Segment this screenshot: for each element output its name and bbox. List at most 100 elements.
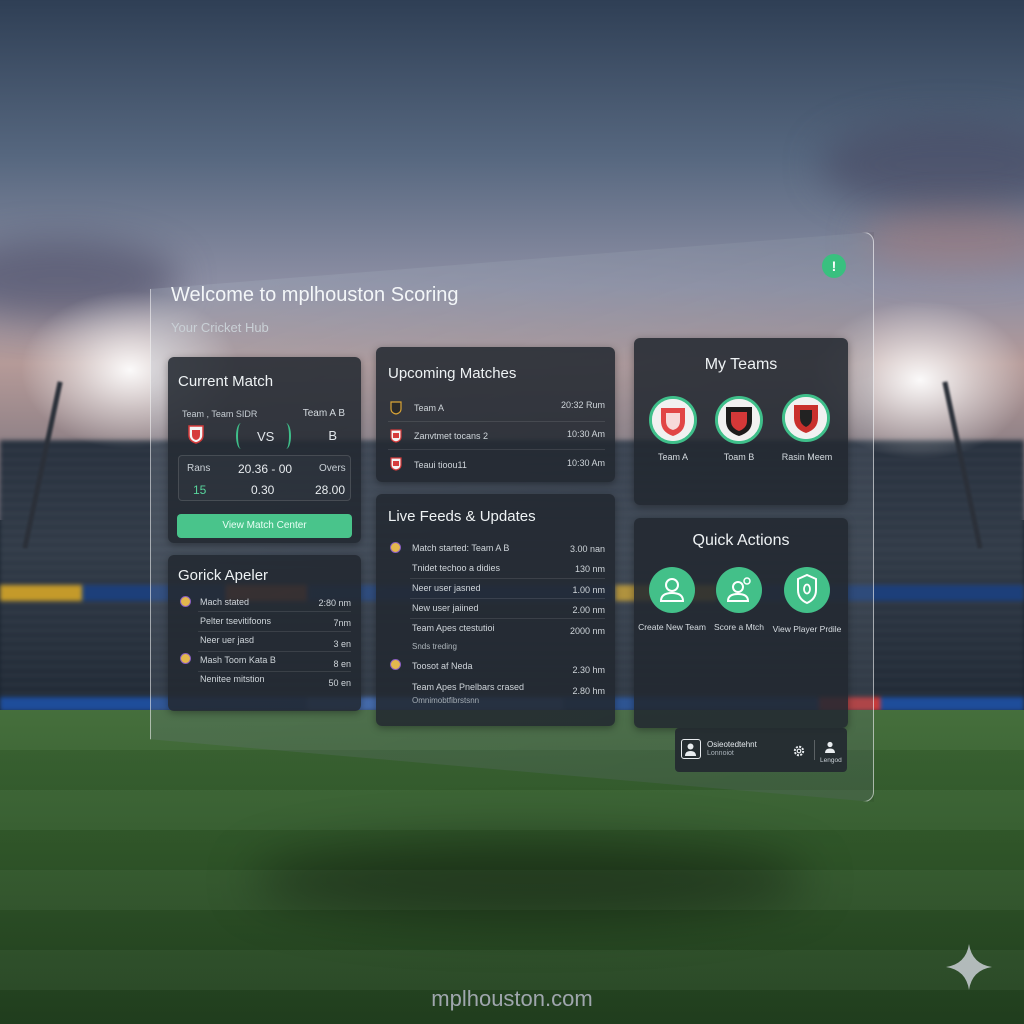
- sparkle-icon: [946, 944, 992, 990]
- team-a-label: Team , Team SIDR: [182, 409, 258, 419]
- score-match-button[interactable]: [716, 567, 762, 613]
- profile-label: Lengod: [820, 757, 842, 764]
- user-icon: [659, 578, 685, 602]
- feed-time: 2.80 hm: [572, 686, 605, 696]
- team-a-crest-icon[interactable]: [649, 396, 697, 444]
- user-status: Lonnoiot: [707, 750, 734, 757]
- team-a-crest-icon: [188, 425, 204, 444]
- list-item: Nenitee mitstion: [200, 674, 265, 684]
- current-match-title: Current Match: [178, 373, 274, 390]
- list-item: Pelter tsevitifoons: [200, 616, 272, 626]
- feed-item: Omnimobtfibrstsnn: [412, 696, 480, 705]
- runs-value: 20.36 - 00: [238, 462, 293, 476]
- crest-icon-dark: [390, 401, 402, 415]
- list-item: Neer uer jasd: [200, 635, 255, 645]
- activity-card: Gorick Apeler Mach stated 2:80 nm Pelter…: [168, 555, 361, 711]
- team-b-label: Toam B: [723, 452, 755, 462]
- divider: [410, 578, 605, 579]
- divider: [198, 671, 351, 672]
- feed-time: 2000 nm: [569, 626, 605, 636]
- vs-bracket-right: [281, 423, 291, 449]
- user-name: Osieotedtehnt: [707, 740, 757, 749]
- overs-label: Overs: [319, 463, 346, 474]
- score-mid-value: 0.30: [251, 483, 275, 497]
- my-teams-card: My Teams Team A Toam B Rasin Meem: [634, 338, 848, 505]
- quick-actions-title: Quick Actions: [692, 532, 790, 549]
- pitch-shadow: [250, 840, 810, 920]
- match-row[interactable]: Team A: [414, 403, 444, 413]
- person-icon[interactable]: [823, 740, 837, 754]
- crest-icon-red: [390, 457, 402, 471]
- avatar-icon: [390, 542, 401, 553]
- upcoming-matches-card: Upcoming Matches Team A 20:32 Rum Zanvtm…: [376, 347, 615, 482]
- team-c-label: Rasin Meem: [781, 452, 833, 462]
- view-player-profile-button[interactable]: [784, 567, 830, 613]
- avatar-icon: [390, 659, 401, 670]
- feed-time: 3.00 nan: [569, 544, 605, 554]
- view-match-center-button[interactable]: View Match Center: [177, 514, 352, 538]
- divider: [814, 740, 815, 760]
- team-b-crest-icon[interactable]: [715, 396, 763, 444]
- runs-label: Rans: [187, 463, 211, 474]
- match-time: 10:30 Am: [566, 429, 605, 439]
- alert-icon[interactable]: !: [822, 254, 846, 278]
- match-row[interactable]: Teaui tioou11: [414, 460, 467, 470]
- list-item-time: 2:80 nm: [318, 598, 351, 608]
- avatar-icon: [180, 596, 191, 607]
- divider: [198, 611, 351, 612]
- list-item: Mach stated: [200, 597, 250, 607]
- gear-icon[interactable]: [792, 744, 806, 758]
- user-status-bar: Osieotedtehnt Lonnoiot Lengod: [675, 728, 847, 772]
- divider: [410, 598, 605, 599]
- list-item-time: 50 en: [328, 678, 351, 688]
- feed-time: 2.00 nm: [572, 605, 605, 615]
- feed-item: Team Apes ctestutioi: [412, 623, 495, 633]
- match-row[interactable]: Zanvtmet tocans 2: [414, 431, 488, 441]
- divider: [388, 421, 605, 422]
- my-teams-title: My Teams: [704, 356, 778, 373]
- team-a-label: Team A: [657, 452, 688, 462]
- feed-item: Team Apes Pnelbars crased: [412, 682, 525, 692]
- live-feeds-title: Live Feeds & Updates: [388, 508, 536, 525]
- scoreboard: Rans 20.36 - 00 Overs 15 0.30 28.00: [178, 455, 351, 501]
- crest-icon-red: [390, 429, 402, 443]
- divider: [198, 631, 351, 632]
- divider: [198, 651, 351, 652]
- divider: [388, 449, 605, 450]
- feed-time: 2.30 hm: [572, 665, 605, 675]
- team-b-label: Team A B: [302, 408, 345, 419]
- vs-bracket-left: [236, 423, 246, 449]
- team-b-short: B: [328, 428, 337, 443]
- team-c-crest-icon[interactable]: [782, 394, 830, 442]
- list-item-time: 8 en: [333, 659, 351, 669]
- page-title: Welcome to mplhouston Scoring: [171, 284, 459, 306]
- feed-time: 1.00 nm: [572, 585, 605, 595]
- shield-icon: [797, 573, 817, 605]
- account-icon[interactable]: [681, 739, 701, 759]
- feed-item: Tnidet techoo a didies: [412, 563, 501, 573]
- list-item: Mash Toom Kata B: [200, 655, 276, 665]
- feed-item: New user jaiined: [412, 603, 479, 613]
- page-subtitle: Your Cricket Hub: [171, 320, 269, 335]
- score-user-icon: [726, 577, 751, 602]
- feed-item: Neer user jasned: [412, 583, 481, 593]
- create-new-team-button[interactable]: [649, 567, 695, 613]
- match-time: 20:32 Rum: [560, 400, 605, 410]
- upcoming-matches-title: Upcoming Matches: [388, 365, 517, 382]
- team-c-crest-graphic: [785, 397, 827, 439]
- current-match-card: Current Match Team , Team SIDR Team A B …: [168, 357, 361, 543]
- list-item-time: 7nm: [333, 618, 351, 628]
- vs-label: VS: [257, 429, 275, 444]
- score-left-value: 15: [193, 483, 207, 497]
- avatar-icon: [180, 653, 191, 664]
- live-feeds-card: Live Feeds & Updates Match started: Team…: [376, 494, 615, 726]
- team-a-crest-graphic: [652, 399, 694, 441]
- overs-value: 28.00: [315, 483, 346, 497]
- quick-actions-card: Quick Actions Create New Team Score a Mt…: [634, 518, 848, 728]
- view-player-profile-label: View Player Prdile: [772, 624, 842, 634]
- match-time: 10:30 Am: [566, 458, 605, 468]
- divider: [410, 618, 605, 619]
- feed-item: Snds treding: [412, 642, 457, 651]
- team-b-crest-graphic: [718, 399, 760, 441]
- site-url: mplhouston.com: [431, 986, 593, 1011]
